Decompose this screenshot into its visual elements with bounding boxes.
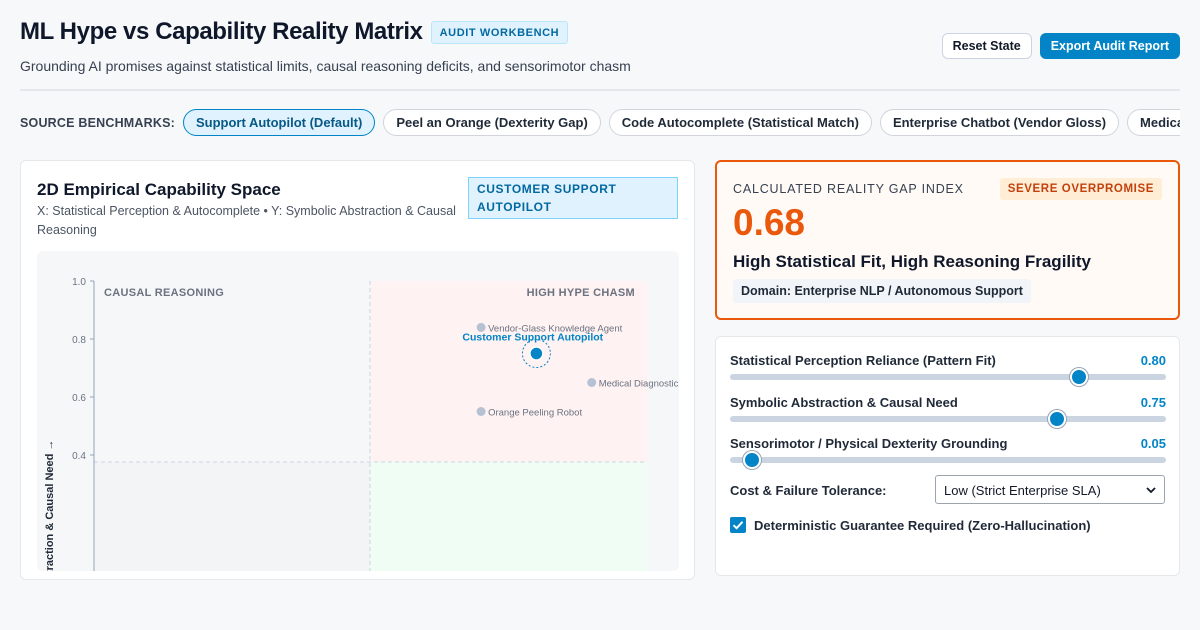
scatter-svg: 1.0 0.8 0.6 0.4 CAUSAL REASONING HIGH HYPE … bbox=[44, 277, 679, 571]
capability-space-title: 2D Empirical Capability Space bbox=[37, 180, 281, 199]
benchmark-selector: SOURCE BENCHMARKS: Support Autopilot (De… bbox=[20, 109, 1180, 136]
benchmark-chip-enterprise-chatbot[interactable]: Enterprise Chatbot (Vendor Gloss) bbox=[879, 109, 1120, 136]
tolerance-row: Cost & Failure Tolerance: Low (Strict En… bbox=[730, 475, 1166, 505]
page-title: ML Hype vs Capability Reality Matrix bbox=[20, 18, 423, 45]
y-tick-label: 0.8 bbox=[72, 335, 86, 346]
slider-label: Statistical Perception Reliance (Pattern… bbox=[730, 353, 996, 368]
benchmark-chip-support-autopilot[interactable]: Support Autopilot (Default) bbox=[183, 109, 376, 136]
tolerance-select[interactable]: Low (Strict Enterprise SLA) bbox=[935, 475, 1165, 504]
benchmarks-label: SOURCE BENCHMARKS: bbox=[20, 115, 175, 130]
slider-statistical-perception: Statistical Perception Reliance (Pattern… bbox=[730, 353, 1166, 386]
slider-label: Symbolic Abstraction & Causal Need bbox=[730, 395, 958, 410]
y-ticks: 1.0 0.8 0.6 0.4 bbox=[72, 277, 94, 462]
gap-index-value: 0.68 bbox=[733, 202, 806, 243]
data-point-label: Medical Diagnostic bbox=[599, 379, 679, 390]
chevron-down-icon bbox=[1146, 487, 1156, 494]
gap-headline: High Statistical Fit, High Reasoning Fra… bbox=[733, 252, 1091, 271]
capability-space-card: 2D Empirical Capability Space X: Statist… bbox=[20, 160, 695, 580]
data-point-label: Orange Peeling Robot bbox=[488, 408, 582, 419]
slider-sensorimotor: Sensorimotor / Physical Dexterity Ground… bbox=[730, 436, 1166, 469]
reset-state-button[interactable]: Reset State bbox=[941, 33, 1032, 59]
gap-index-label: CALCULATED REALITY GAP INDEX bbox=[733, 182, 964, 196]
benchmark-chip-medical[interactable]: Medical Imaging Diagnostic bbox=[1127, 109, 1180, 136]
page-subtitle: Grounding AI promises against statistica… bbox=[20, 58, 631, 74]
deterministic-checkbox[interactable] bbox=[730, 517, 746, 533]
quadrant-low bbox=[94, 462, 370, 571]
reality-gap-card: CALCULATED REALITY GAP INDEX SEVERE OVER… bbox=[715, 160, 1180, 320]
checkmark-icon bbox=[732, 521, 744, 530]
slider-track[interactable] bbox=[730, 410, 1166, 428]
y-axis-label: Symbolic Abstraction & Causal Need → bbox=[44, 440, 56, 571]
data-point[interactable] bbox=[587, 378, 597, 387]
quadrant-high-hype bbox=[370, 281, 647, 462]
data-point[interactable] bbox=[476, 407, 486, 416]
severity-badge: SEVERE OVERPROMISE bbox=[999, 178, 1162, 200]
slider-value: 0.75 bbox=[1140, 395, 1166, 410]
deterministic-label: Deterministic Guarantee Required (Zero-H… bbox=[754, 517, 1091, 533]
capability-scatter-plot: 1.0 0.8 0.6 0.4 CAUSAL REASONING HIGH HYPE … bbox=[37, 251, 679, 571]
header-divider bbox=[20, 89, 1180, 91]
page-header: ML Hype vs Capability Reality Matrix AUD… bbox=[20, 18, 1180, 90]
benchmark-chip-code-autocomplete[interactable]: Code Autocomplete (Statistical Match) bbox=[608, 109, 872, 136]
tolerance-selected-value: Low (Strict Enterprise SLA) bbox=[944, 483, 1101, 498]
tolerance-label: Cost & Failure Tolerance: bbox=[730, 483, 887, 498]
slider-value: 0.80 bbox=[1140, 353, 1166, 368]
y-tick-label: 1.0 bbox=[72, 277, 86, 288]
quadrant-grounded bbox=[370, 462, 647, 571]
export-audit-report-button[interactable]: Export Audit Report bbox=[1039, 33, 1180, 59]
controls-card: Statistical Perception Reliance (Pattern… bbox=[715, 336, 1180, 576]
highlight-point[interactable] bbox=[529, 346, 544, 361]
audit-workbench-badge: AUDIT WORKBENCH bbox=[430, 20, 569, 44]
scope-badge: CUSTOMER SUPPORT AUTOPILOT bbox=[468, 177, 678, 219]
slider-track[interactable] bbox=[730, 368, 1166, 386]
quadrant-label-hype: HIGH HYPE CHASM bbox=[527, 287, 635, 299]
highlight-point-label: Customer Support Autopilot bbox=[462, 332, 603, 344]
slider-thumb[interactable] bbox=[742, 451, 761, 469]
deterministic-guarantee-row: Deterministic Guarantee Required (Zero-H… bbox=[730, 517, 1091, 533]
quadrant-label-causal: CAUSAL REASONING bbox=[104, 287, 224, 299]
slider-thumb[interactable] bbox=[1069, 368, 1088, 386]
y-tick-label: 0.4 bbox=[72, 451, 86, 462]
domain-tag: Domain: Enterprise NLP / Autonomous Supp… bbox=[733, 279, 1031, 303]
slider-label: Sensorimotor / Physical Dexterity Ground… bbox=[730, 436, 1008, 451]
benchmark-chip-peel-orange[interactable]: Peel an Orange (Dexterity Gap) bbox=[383, 109, 601, 136]
y-tick-label: 0.6 bbox=[72, 393, 86, 404]
slider-value: 0.05 bbox=[1140, 436, 1166, 451]
slider-symbolic-abstraction: Symbolic Abstraction & Causal Need 0.75 bbox=[730, 395, 1166, 428]
slider-thumb[interactable] bbox=[1048, 410, 1066, 428]
slider-track[interactable] bbox=[730, 451, 1166, 469]
capability-space-description: X: Statistical Perception & Autocomplete… bbox=[37, 204, 456, 237]
